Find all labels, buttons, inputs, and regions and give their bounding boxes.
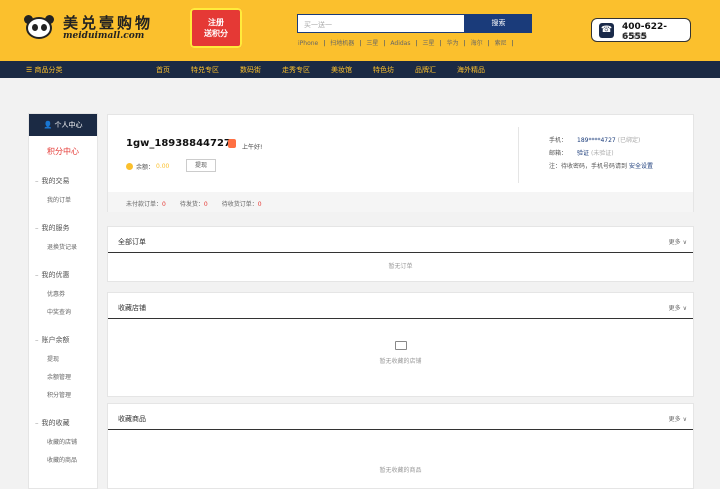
sidebar-group: 账户余额提现余额管理积分管理 bbox=[29, 335, 97, 399]
sidebar-group-title[interactable]: 我的交易 bbox=[29, 176, 97, 186]
sidebar-header[interactable]: 👤 个人中心 bbox=[29, 114, 97, 136]
email-verify-link[interactable]: 验证 bbox=[577, 150, 589, 157]
phone-value: 189****4727 bbox=[577, 137, 616, 144]
hot-word-link[interactable]: 三星 bbox=[423, 40, 435, 47]
panel-title: 全部订单 bbox=[118, 238, 146, 246]
hot-search-words: iPhone | 扫地机器 | 三星 | Adidas | 三星 | 华为 | 海尔 | 索尼 | bbox=[298, 38, 519, 47]
user-icon: 👤 bbox=[43, 121, 55, 129]
more-link[interactable]: 更多 ∨ bbox=[669, 303, 687, 312]
order-stat[interactable]: 未付款订单：0 bbox=[126, 201, 166, 208]
logo-chinese-name: 美兑壹购物 bbox=[63, 14, 154, 32]
site-logo[interactable]: 美兑壹购物 meiduimall.com bbox=[24, 12, 153, 41]
customer-hotline: ☎ 400-622-6555 周一至周日 bbox=[591, 18, 691, 42]
nav-link[interactable]: 走秀专区 bbox=[282, 65, 310, 75]
greeting: 上午好! bbox=[242, 144, 263, 151]
category-menu[interactable]: ☰ 商品分类 bbox=[26, 65, 63, 75]
order-stat[interactable]: 待收货订单：0 bbox=[222, 201, 262, 208]
hot-word-link[interactable]: iPhone bbox=[298, 40, 318, 47]
separator: | bbox=[487, 40, 490, 47]
search-button[interactable]: 搜索 bbox=[465, 14, 532, 33]
sidebar-item[interactable]: 中奖查询 bbox=[29, 307, 97, 316]
divider bbox=[518, 127, 519, 183]
separator: | bbox=[439, 40, 442, 47]
promo-line-2: 送积分 bbox=[204, 29, 228, 38]
nav-link[interactable]: 数码街 bbox=[240, 65, 261, 75]
security-settings-link[interactable]: 安全设置 bbox=[629, 163, 653, 170]
hot-word-link[interactable]: Adidas bbox=[390, 40, 410, 47]
nav-link[interactable]: 美妆馆 bbox=[331, 65, 352, 75]
hot-word-link[interactable]: 海尔 bbox=[471, 40, 483, 47]
sidebar-item[interactable]: 提现 bbox=[29, 354, 97, 363]
panel-title: 收藏店铺 bbox=[118, 304, 146, 312]
sidebar-group-title[interactable]: 我的服务 bbox=[29, 223, 97, 233]
panel-title: 收藏商品 bbox=[118, 415, 146, 423]
more-link[interactable]: 更多 ∨ bbox=[669, 237, 687, 246]
nav-link[interactable]: 特色坊 bbox=[373, 65, 394, 75]
user-profile-panel: 1gw_18938844727 上午好! 余额： 0.00 提现 手机： 189*… bbox=[107, 114, 694, 212]
contact-info: 手机： 189****4727 (已绑定) 邮箱： 验证 (未验证) 注：待收密码，… bbox=[549, 137, 653, 170]
hot-word-link[interactable]: 三星 bbox=[366, 40, 378, 47]
phone-icon: ☎ bbox=[599, 23, 614, 38]
empty-message: 暂无订单 bbox=[388, 263, 413, 270]
nav-link[interactable]: 海外精品 bbox=[457, 65, 485, 75]
balance: 余额： 0.00 bbox=[126, 162, 169, 171]
hot-word-link[interactable]: 索尼 bbox=[495, 40, 507, 47]
more-link[interactable]: 更多 ∨ bbox=[669, 414, 687, 423]
sidebar-item[interactable]: 优惠券 bbox=[29, 289, 97, 298]
separator: | bbox=[359, 40, 362, 47]
sidebar-item[interactable]: 我的订单 bbox=[29, 195, 97, 204]
sidebar-group: 我的服务退换货记录 bbox=[29, 223, 97, 251]
register-promo-banner[interactable]: 注册 送积分 bbox=[190, 8, 242, 48]
nav-link[interactable]: 特兑专区 bbox=[191, 65, 219, 75]
points-center-link[interactable]: 积分中心 bbox=[29, 146, 97, 157]
nav-links: 首页 特兑专区 数码街 走秀专区 美妆馆 特色坊 品牌汇 海外精品 bbox=[156, 65, 506, 75]
logo-domain: meiduimall.com bbox=[63, 31, 145, 41]
separator: | bbox=[511, 40, 514, 47]
favorite-products-panel: 收藏商品 更多 ∨ 暂无收藏的商品 bbox=[107, 403, 694, 489]
coin-icon bbox=[126, 163, 133, 170]
sidebar-item[interactable]: 收藏的商品 bbox=[29, 455, 97, 464]
sidebar-group: 我的交易我的订单 bbox=[29, 176, 97, 204]
all-orders-panel: 全部订单 更多 ∨ 暂无订单 bbox=[107, 226, 694, 282]
top-header: 美兑壹购物 meiduimall.com 注册 送积分 买一送一 搜索 iPho… bbox=[0, 0, 720, 61]
nav-link[interactable]: 品牌汇 bbox=[415, 65, 436, 75]
balance-value: 0.00 bbox=[156, 163, 170, 170]
sidebar-group: 我的收藏收藏的店铺收藏的商品 bbox=[29, 418, 97, 464]
user-center-sidebar: 👤 个人中心 积分中心 我的交易我的订单我的服务退换货记录我的优惠优惠券中奖查询… bbox=[28, 113, 98, 489]
sidebar-item[interactable]: 退换货记录 bbox=[29, 242, 97, 251]
empty-box-icon bbox=[394, 341, 407, 350]
separator: | bbox=[323, 40, 326, 47]
separator: | bbox=[415, 40, 418, 47]
search-input[interactable]: 买一送一 bbox=[297, 14, 465, 33]
hot-word-link[interactable]: 扫地机器 bbox=[330, 40, 354, 47]
sidebar-group-title[interactable]: 我的优惠 bbox=[29, 270, 97, 280]
sidebar-item[interactable]: 余额管理 bbox=[29, 372, 97, 381]
promo-line-1: 注册 bbox=[208, 18, 224, 27]
sidebar-group: 我的优惠优惠券中奖查询 bbox=[29, 270, 97, 316]
sidebar-item[interactable]: 收藏的店铺 bbox=[29, 437, 97, 446]
sidebar-group-title[interactable]: 账户余额 bbox=[29, 335, 97, 345]
separator: | bbox=[383, 40, 386, 47]
favorite-shops-panel: 收藏店铺 更多 ∨ 暂无收藏的店铺 bbox=[107, 292, 694, 397]
menu-icon: ☰ bbox=[26, 66, 35, 74]
main-navigation: ☰ 商品分类 首页 特兑专区 数码街 走秀专区 美妆馆 特色坊 品牌汇 海外精品 bbox=[0, 61, 720, 78]
username: 1gw_18938844727 bbox=[126, 138, 231, 149]
sidebar-group-title[interactable]: 我的收藏 bbox=[29, 418, 97, 428]
withdraw-button[interactable]: 提现 bbox=[186, 159, 216, 172]
hot-word-link[interactable]: 华为 bbox=[447, 40, 459, 47]
separator: | bbox=[463, 40, 466, 47]
empty-message: 暂无收藏的店铺 bbox=[379, 358, 422, 365]
panda-logo-icon bbox=[24, 13, 56, 41]
order-stat[interactable]: 待发货：0 bbox=[180, 201, 208, 208]
hotline-hours: 周一至周日 bbox=[622, 34, 648, 40]
user-level-icon bbox=[228, 139, 236, 148]
order-stats-bar: 未付款订单：0 待发货：0 待收货订单：0 bbox=[108, 192, 693, 212]
sidebar-item[interactable]: 积分管理 bbox=[29, 390, 97, 399]
nav-link[interactable]: 首页 bbox=[156, 65, 170, 75]
empty-message: 暂无收藏的商品 bbox=[379, 467, 422, 474]
